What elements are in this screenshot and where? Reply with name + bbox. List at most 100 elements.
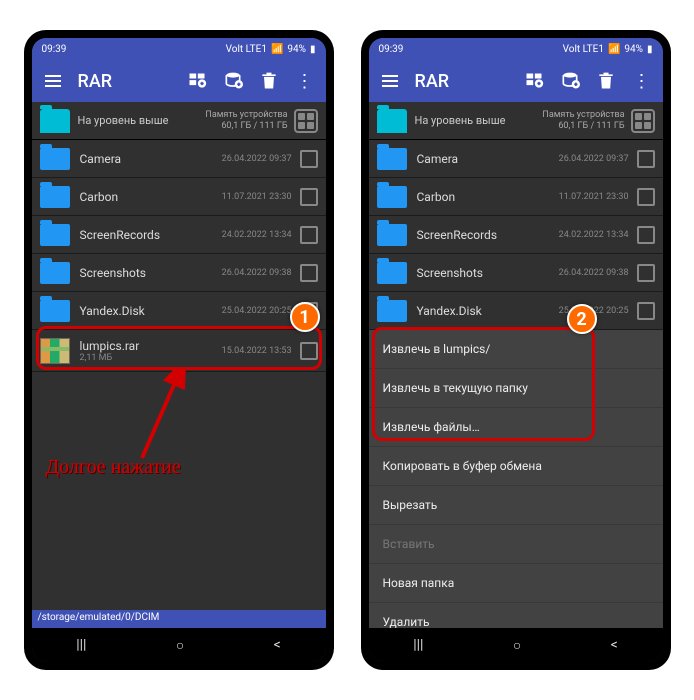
folder-row[interactable]: Carbon 11.07.2021 23:30	[32, 178, 326, 216]
checkbox[interactable]	[300, 342, 318, 360]
long-press-label: Долгое нажатие	[46, 456, 181, 479]
nav-bar: ||| ○ <	[369, 628, 663, 662]
step-badge-1: 1	[290, 302, 320, 332]
menu-icon[interactable]	[42, 70, 64, 92]
folder-icon	[377, 148, 407, 170]
folder-date: 25.04.2022 20:25	[222, 306, 292, 316]
folder-row[interactable]: Screenshots 26.04.2022 09:38	[369, 254, 663, 292]
folder-icon	[377, 224, 407, 246]
folder-name: Camera	[417, 152, 559, 166]
ctx-delete[interactable]: Удалить	[369, 603, 663, 628]
status-net: Volt LTE1	[563, 44, 604, 55]
file-size: 2,11 МБ	[80, 353, 222, 363]
storage-row[interactable]: На уровень выше Память устройства 60,1 Г…	[369, 102, 663, 140]
checkbox[interactable]	[637, 302, 655, 320]
context-menu: Извлечь в lumpics/ Извлечь в текущую пап…	[369, 330, 663, 628]
ctx-extract-files[interactable]: Извлечь файлы…	[369, 408, 663, 447]
folder-date: 26.04.2022 09:38	[559, 268, 629, 278]
folder-name: ScreenRecords	[417, 228, 559, 242]
folder-row[interactable]: ScreenRecords 24.02.2022 13:34	[32, 216, 326, 254]
checkbox[interactable]	[637, 188, 655, 206]
folder-icon	[40, 148, 70, 170]
folder-icon	[377, 300, 407, 322]
folder-row[interactable]: Yandex.Disk 25.04.2022 20:25	[32, 292, 326, 330]
view-grid-icon[interactable]	[294, 109, 318, 133]
delete-icon[interactable]	[258, 70, 280, 92]
nav-home-icon[interactable]: ○	[176, 637, 184, 654]
ctx-cut[interactable]: Вырезать	[369, 486, 663, 525]
folder-date: 24.02.2022 13:34	[559, 230, 629, 240]
nav-back-icon[interactable]: <	[274, 637, 281, 653]
folder-row[interactable]: ScreenRecords 24.02.2022 13:34	[369, 216, 663, 254]
folder-icon	[40, 186, 70, 208]
arrow-icon	[112, 368, 192, 468]
folder-date: 24.02.2022 13:34	[222, 230, 292, 240]
folder-date: 11.07.2021 23:30	[559, 192, 629, 202]
status-battery: 94%	[624, 44, 643, 55]
folder-row[interactable]: Carbon 11.07.2021 23:30	[369, 178, 663, 216]
nav-recent-icon[interactable]: |||	[413, 637, 423, 653]
ctx-new-folder[interactable]: Новая папка	[369, 564, 663, 603]
battery-icon: ▮	[310, 44, 316, 55]
nav-recent-icon[interactable]: |||	[76, 637, 86, 653]
archive-extract-icon[interactable]	[222, 70, 244, 92]
nav-back-icon[interactable]: <	[611, 637, 618, 653]
folder-name: Carbon	[80, 190, 222, 204]
status-time: 09:39	[379, 44, 404, 55]
nav-home-icon[interactable]: ○	[513, 637, 521, 654]
folder-name: Carbon	[417, 190, 559, 204]
folder-date: 26.04.2022 09:37	[559, 154, 629, 164]
checkbox[interactable]	[300, 188, 318, 206]
folder-name: Screenshots	[80, 266, 222, 280]
view-grid-icon[interactable]	[631, 109, 655, 133]
checkbox[interactable]	[637, 264, 655, 282]
ctx-extract-to[interactable]: Извлечь в lumpics/	[369, 330, 663, 369]
checkbox[interactable]	[300, 150, 318, 168]
checkbox[interactable]	[637, 150, 655, 168]
storage-value: 60,1 ГБ / 111 ГБ	[542, 121, 624, 132]
step-badge-2: 2	[567, 304, 597, 334]
battery-icon: ▮	[647, 44, 653, 55]
screen-right: 09:39 Volt LTE1 📶 94% ▮ RAR ⋮	[369, 38, 663, 662]
signal-icon: 📶	[271, 44, 283, 55]
more-icon[interactable]: ⋮	[294, 70, 316, 92]
folder-name: Camera	[80, 152, 222, 166]
storage-row[interactable]: На уровень выше Память устройства 60,1 Г…	[32, 102, 326, 140]
up-level-label: На уровень выше	[78, 114, 206, 127]
phone-right: 09:39 Volt LTE1 📶 94% ▮ RAR ⋮	[361, 30, 671, 670]
folder-name: Yandex.Disk	[417, 304, 559, 318]
folder-row[interactable]: Camera 26.04.2022 09:37	[32, 140, 326, 178]
status-battery: 94%	[287, 44, 306, 55]
home-folder-icon	[377, 109, 407, 133]
ctx-copy[interactable]: Копировать в буфер обмена	[369, 447, 663, 486]
status-bar: 09:39 Volt LTE1 📶 94% ▮	[369, 38, 663, 60]
delete-icon[interactable]	[595, 70, 617, 92]
app-title: RAR	[78, 71, 172, 92]
folder-row[interactable]: Camera 26.04.2022 09:37	[369, 140, 663, 178]
checkbox[interactable]	[300, 226, 318, 244]
checkbox[interactable]	[637, 226, 655, 244]
folder-date: 11.07.2021 23:30	[222, 192, 292, 202]
file-row-rar[interactable]: lumpics.rar 2,11 МБ 15.04.2022 13:53	[32, 330, 326, 372]
rar-file-icon	[40, 338, 70, 364]
file-name: lumpics.rar	[80, 339, 222, 353]
folder-date: 26.04.2022 09:38	[222, 268, 292, 278]
folder-icon	[40, 300, 70, 322]
ctx-paste: Вставить	[369, 525, 663, 564]
archive-add-icon[interactable]	[523, 70, 545, 92]
folder-row[interactable]: Yandex.Disk 25.04.2022 20:25	[369, 292, 663, 330]
app-title: RAR	[415, 71, 509, 92]
folder-date: 26.04.2022 09:37	[222, 154, 292, 164]
storage-title: Память устройства	[542, 110, 624, 121]
more-icon[interactable]: ⋮	[631, 70, 653, 92]
archive-add-icon[interactable]	[186, 70, 208, 92]
folder-row[interactable]: Screenshots 26.04.2022 09:38	[32, 254, 326, 292]
menu-icon[interactable]	[379, 70, 401, 92]
checkbox[interactable]	[300, 264, 318, 282]
ctx-extract-here[interactable]: Извлечь в текущую папку	[369, 369, 663, 408]
home-folder-icon	[40, 109, 70, 133]
archive-extract-icon[interactable]	[559, 70, 581, 92]
nav-bar: ||| ○ <	[32, 628, 326, 662]
status-bar: 09:39 Volt LTE1 📶 94% ▮	[32, 38, 326, 60]
folder-name: ScreenRecords	[80, 228, 222, 242]
